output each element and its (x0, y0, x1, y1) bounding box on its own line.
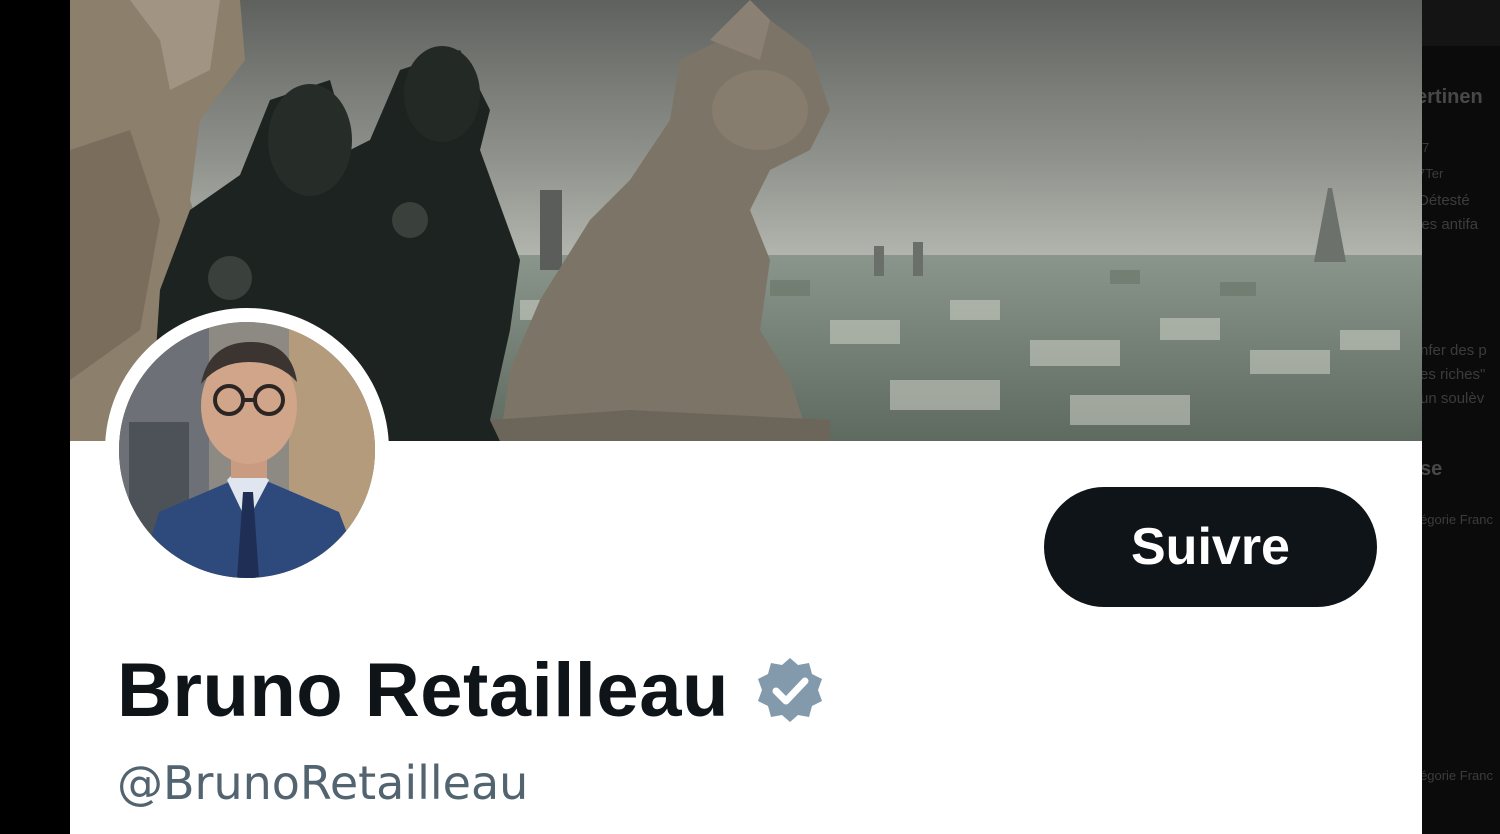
verified-badge-icon[interactable] (755, 655, 825, 725)
sidebar-meta: 7 (1422, 140, 1430, 155)
sidebar-heading-2: se (1422, 458, 1443, 480)
sidebar-meta-4: égorie Franc (1422, 768, 1493, 783)
right-sidebar: ertinen 7 7Ter Détesté les antifa nfer d… (1422, 0, 1500, 834)
sidebar-top-bar (1422, 0, 1500, 46)
sidebar-meta-2: 7Ter (1422, 166, 1444, 181)
sidebar-heading: ertinen (1422, 86, 1483, 108)
sidebar-trend-line[interactable]: Détesté (1422, 192, 1470, 209)
sidebar-trend-line[interactable]: un soulèv (1422, 390, 1484, 407)
sidebar-trend-line[interactable]: es riches" (1422, 366, 1485, 383)
sidebar-trend-line[interactable]: nfer des p (1422, 342, 1487, 359)
name-row: Bruno Retailleau (117, 640, 825, 740)
sidebar-meta-3: égorie Franc (1422, 512, 1493, 527)
left-margin (0, 0, 70, 834)
avatar[interactable] (119, 322, 375, 578)
display-name: Bruno Retailleau (117, 647, 729, 733)
avatar-photo (119, 322, 375, 578)
follow-button[interactable]: Suivre (1044, 487, 1377, 607)
profile-card: Suivre Bruno Retailleau @BrunoRetailleau (70, 0, 1422, 834)
user-handle: @BrunoRetailleau (117, 756, 529, 810)
sidebar-trend-line[interactable]: les antifa (1422, 216, 1478, 233)
